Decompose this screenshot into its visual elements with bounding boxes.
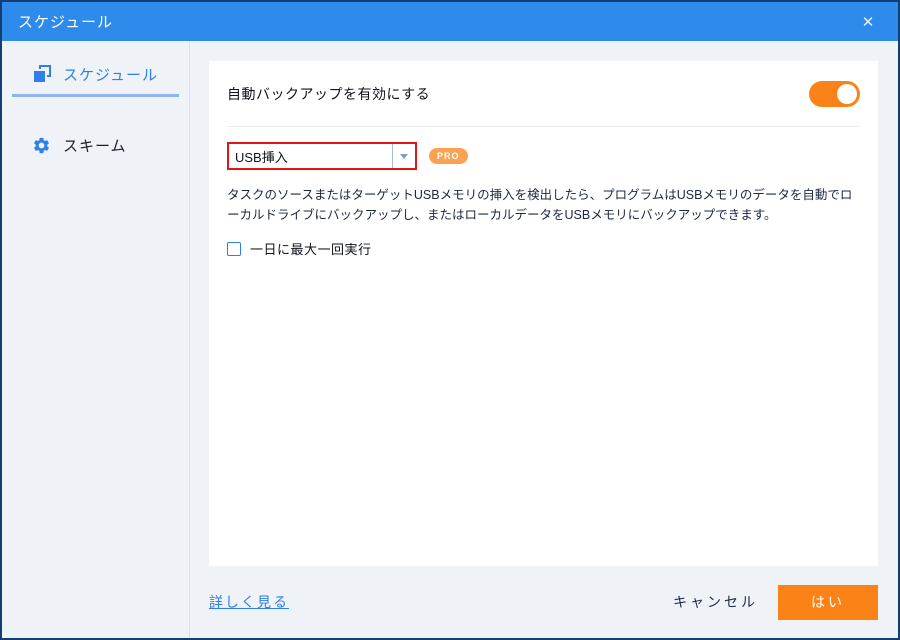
active-item-underline	[12, 94, 179, 97]
settings-card: 自動バックアップを有効にする USB挿入 PRO タスクのソースまたはターゲット…	[209, 61, 878, 566]
sidebar: スケジュール スキーム	[2, 41, 190, 638]
once-per-day-checkbox[interactable]	[227, 241, 241, 256]
footer: 詳しく見る キャンセル はい	[190, 566, 898, 638]
sidebar-item-scheme[interactable]: スキーム	[32, 136, 189, 155]
learn-more-link[interactable]: 詳しく見る	[209, 592, 289, 612]
sidebar-item-label: スケジュール	[63, 67, 158, 84]
trigger-dropdown-row: USB挿入 PRO	[227, 142, 860, 170]
dialog-body: スケジュール スキーム 自動バックアップを有効にする USB挿入 PRO タスク…	[2, 41, 898, 638]
sidebar-item-label: スキーム	[63, 138, 127, 155]
once-per-day-option[interactable]: 一日に最大一回実行	[227, 239, 860, 258]
gear-icon	[34, 137, 49, 154]
chevron-down-icon	[400, 153, 408, 159]
schedule-icon	[32, 65, 51, 84]
dialog-title: スケジュール	[18, 14, 113, 31]
separator	[227, 126, 860, 127]
auto-backup-toggle[interactable]	[809, 81, 860, 107]
close-icon[interactable]: ✕	[854, 8, 882, 36]
ok-button[interactable]: はい	[778, 584, 878, 620]
dropdown-arrow-box[interactable]	[392, 144, 415, 168]
cancel-button[interactable]: キャンセル	[663, 584, 768, 620]
feature-description: タスクのソースまたはターゲットUSBメモリの挿入を検出したら、プログラムはUSB…	[227, 188, 853, 222]
schedule-dialog: スケジュール ✕ スケジュール スキーム 自動バックアップを有効にする USB挿…	[0, 0, 900, 640]
sidebar-item-schedule[interactable]: スケジュール	[32, 65, 189, 84]
enable-backup-label: 自動バックアップを有効にする	[227, 86, 431, 102]
dropdown-selected-value: USB挿入	[235, 149, 288, 165]
main-area: 自動バックアップを有効にする USB挿入 PRO タスクのソースまたはターゲット…	[190, 41, 898, 638]
pro-badge: PRO	[429, 148, 468, 164]
titlebar: スケジュール ✕	[2, 2, 898, 41]
trigger-mode-dropdown[interactable]: USB挿入	[227, 142, 417, 170]
toggle-knob	[837, 84, 857, 104]
once-per-day-label: 一日に最大一回実行	[250, 242, 372, 257]
enable-backup-row: 自動バックアップを有効にする	[227, 81, 860, 107]
